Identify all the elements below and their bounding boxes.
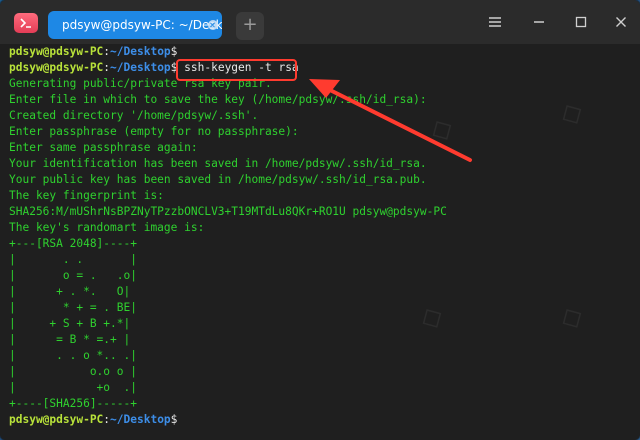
terminal-output-area[interactable]: pdsyw@pdsyw-PC:~/Desktop$ pdsyw@pdsyw-PC… — [0, 44, 640, 440]
output-line: Generating public/private rsa key pair. — [9, 77, 272, 90]
prompt-path: ~/Desktop — [110, 61, 171, 74]
randomart-line: +---[RSA 2048]----+ — [9, 237, 137, 250]
minimize-icon[interactable] — [530, 13, 548, 31]
output-line: Your identification has been saved in /h… — [9, 157, 427, 170]
output-line: Your public key has been saved in /home/… — [9, 173, 427, 186]
tab-terminal[interactable]: pdsyw@pdsyw-PC: ~/Desktop — [48, 11, 222, 39]
prompt-line-2: pdsyw@pdsyw-PC:~/Desktop$ ssh-keygen -t … — [9, 60, 640, 76]
output-line: Created directory '/home/pdsyw/.ssh'. — [9, 109, 259, 122]
randomart-line: | o.o o | — [9, 365, 137, 378]
output-line: Enter file in which to save the key (/ho… — [9, 93, 427, 106]
output-line: Enter same passphrase again: — [9, 141, 198, 154]
prompt-line-3: pdsyw@pdsyw-PC:~/Desktop$ — [9, 412, 640, 428]
randomart-line: | o = . .o| — [9, 269, 137, 282]
plus-icon: + — [242, 14, 258, 35]
command-highlight-box — [176, 59, 297, 81]
randomart-line: | + S + B +.*| — [9, 317, 131, 330]
randomart-line: | . . o *.. .| — [9, 349, 137, 362]
prompt-user: pdsyw@pdsyw-PC — [9, 45, 104, 58]
cursor-space — [177, 413, 184, 426]
terminal-app-icon[interactable] — [14, 13, 38, 33]
randomart-line: | +o .| — [9, 381, 137, 394]
output-line: The key's randomart image is: — [9, 221, 205, 234]
menu-icon[interactable] — [486, 13, 504, 31]
new-tab-button[interactable]: + — [236, 12, 264, 40]
tab-title: pdsyw@pdsyw-PC: ~/Desktop — [62, 18, 222, 32]
terminal-window: pdsyw@pdsyw-PC: ~/Desktop + — [0, 0, 640, 440]
prompt-user: pdsyw@pdsyw-PC — [9, 413, 104, 426]
title-bar[interactable]: pdsyw@pdsyw-PC: ~/Desktop + — [0, 0, 640, 45]
maximize-icon[interactable] — [572, 13, 590, 31]
randomart-line: | . . | — [9, 253, 137, 266]
output-line: SHA256:M/mUShrNsBPZNyTPzzbONCLV3+T19MTdL… — [9, 205, 447, 218]
prompt-line-1: pdsyw@pdsyw-PC:~/Desktop$ — [9, 44, 640, 60]
prompt-sign: $ — [170, 45, 178, 58]
prompt-user: pdsyw@pdsyw-PC — [9, 61, 104, 74]
randomart-line: +----[SHA256]-----+ — [9, 397, 137, 410]
randomart-line: | + . *. O| — [9, 285, 131, 298]
prompt-path: ~/Desktop — [110, 45, 171, 58]
prompt-path: ~/Desktop — [110, 413, 171, 426]
randomart-line: | = B * =.+ | — [9, 333, 131, 346]
randomart-line: | * + = . BE| — [9, 301, 137, 314]
output-line: Enter passphrase (empty for no passphras… — [9, 125, 299, 138]
tab-close-icon[interactable] — [208, 20, 218, 30]
output-line: The key fingerprint is: — [9, 189, 164, 202]
close-icon[interactable] — [612, 13, 630, 31]
